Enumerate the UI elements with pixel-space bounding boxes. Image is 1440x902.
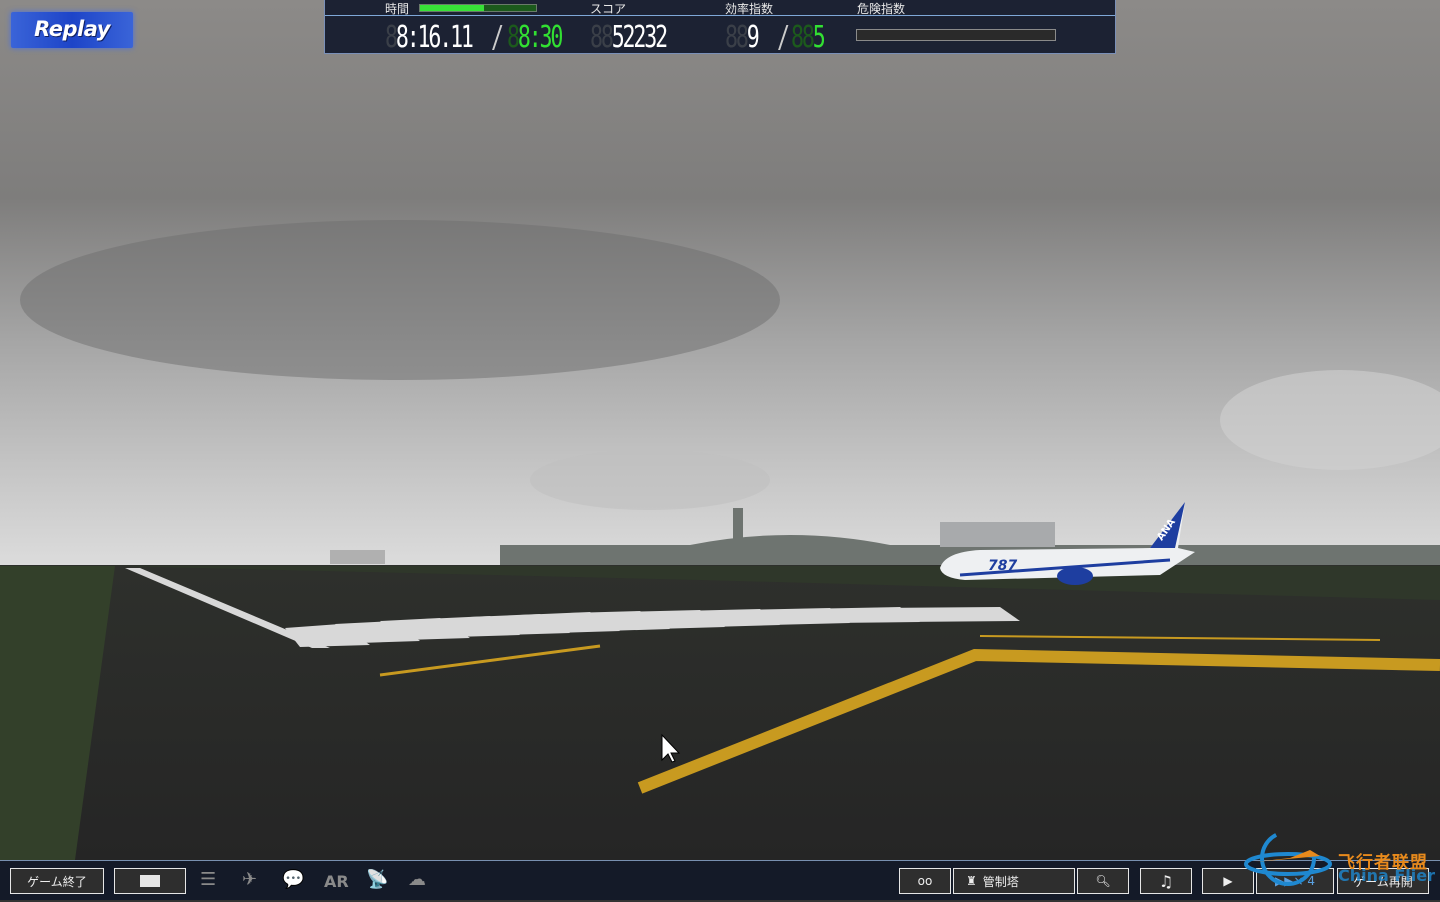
window-button[interactable] — [114, 868, 186, 894]
search-icon: 🔍︎ — [1095, 874, 1111, 888]
tower-icon: ♜ — [966, 874, 977, 888]
fast-forward-button[interactable]: ▶▶× 4 — [1256, 868, 1334, 894]
chat-icon[interactable]: 💬 — [282, 869, 304, 890]
game-viewport[interactable]: 787 ANA — [0, 0, 1440, 860]
cloud — [530, 450, 770, 510]
time-label: 時間 — [385, 2, 410, 16]
control-tower-button[interactable]: ♜ 管制塔 — [953, 868, 1075, 894]
replay-badge: Replay — [11, 12, 133, 48]
binoculars-button[interactable]: oo — [899, 868, 951, 894]
weather-icon[interactable]: ☁ — [408, 869, 426, 890]
danger-meter — [856, 29, 1056, 41]
time-progress-bar — [419, 4, 537, 12]
play-button[interactable]: ▶ — [1202, 868, 1254, 894]
aircraft-model-text: 787 — [988, 558, 1017, 574]
music-button[interactable]: ♫ — [1140, 868, 1192, 894]
speed-label: ▶▶× 4 — [1275, 874, 1315, 888]
efficiency-separator: / — [777, 20, 790, 55]
ground — [0, 565, 1440, 860]
tower-label: 管制塔 — [982, 874, 1019, 889]
efficiency-value: 9 — [746, 20, 760, 55]
resume-game-button[interactable]: ゲーム再開 — [1337, 868, 1429, 894]
binoculars-icon: oo — [917, 874, 933, 888]
danger-label: 危険指数 — [857, 2, 906, 16]
efficiency-max: 5 — [812, 20, 826, 55]
radar-antenna-icon[interactable]: 📡 — [366, 869, 388, 890]
window-icon — [140, 875, 160, 887]
bottom-toolbar: ゲーム終了 ☰ ✈ 💬 AR 📡 ☁ oo ♜ 管制塔 🔍︎ ♫ ▶ ▶▶× 4 … — [0, 860, 1440, 900]
time-end: 8:30 — [517, 20, 564, 55]
play-icon: ▶ — [1223, 874, 1233, 888]
efficiency-label: 効率指数 — [725, 2, 774, 16]
cloud — [20, 220, 780, 380]
score-label: スコア — [590, 2, 627, 16]
music-note-icon: ♫ — [1158, 871, 1174, 891]
zoom-button[interactable]: 🔍︎ — [1077, 868, 1129, 894]
status-hud: 時間 スコア 効率指数 危険指数 88:16.11 / 88:30 885223… — [324, 0, 1116, 55]
ar-button[interactable]: AR — [324, 872, 349, 891]
list-icon[interactable]: ☰ — [200, 869, 216, 890]
quit-game-button[interactable]: ゲーム終了 — [10, 868, 104, 894]
resume-label: ゲーム再開 — [1353, 874, 1413, 889]
time-separator: / — [491, 20, 504, 55]
quit-label: ゲーム終了 — [27, 874, 87, 889]
score-value: 52232 — [611, 20, 668, 55]
time-current: 8:16.11 — [395, 20, 474, 55]
aircraft-list-icon[interactable]: ✈ — [242, 869, 257, 890]
